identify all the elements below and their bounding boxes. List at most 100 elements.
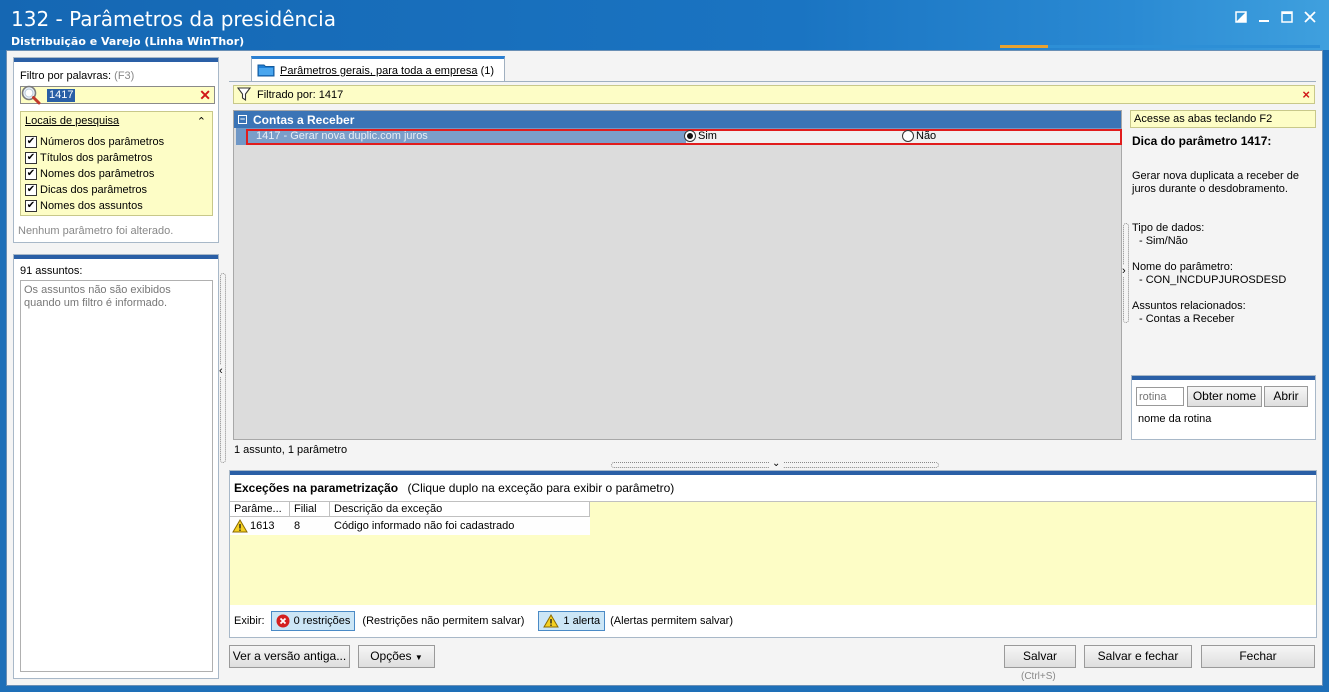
- exception-param: 1613: [250, 520, 275, 532]
- tip-title: Dica do parâmetro 1417:: [1132, 134, 1272, 148]
- checkbox-checked-icon: ✔: [25, 152, 37, 164]
- collapse-icon[interactable]: ⌃: [197, 115, 206, 128]
- filtered-by-text: Filtrado por: 1417: [257, 89, 344, 101]
- tip-related-label: Assuntos relacionados:: [1132, 300, 1246, 312]
- checkbox-param-numbers[interactable]: ✔ Números dos parâmetros: [25, 136, 164, 148]
- checkbox-param-titles[interactable]: ✔ Títulos dos parâmetros: [25, 152, 153, 164]
- chevron-left-icon[interactable]: ‹: [219, 365, 223, 377]
- filter-label: Filtro por palavras: (F3): [20, 70, 134, 82]
- search-locations-header[interactable]: Locais de pesquisa: [25, 115, 119, 127]
- window-titlebar: 132 - Parâmetros da presidência Distribu…: [0, 0, 1329, 50]
- table-row[interactable]: 1613 8 Código informado não foi cadastra…: [230, 517, 590, 535]
- right-splitter[interactable]: ›: [1122, 223, 1130, 323]
- tip-type-value: - Sim/Não: [1139, 235, 1188, 247]
- exception-filial: 8: [294, 520, 301, 532]
- exceptions-panel: Exceções na parametrização (Clique duplo…: [229, 470, 1317, 638]
- tip-name-label: Nome do parâmetro:: [1132, 261, 1233, 273]
- group-row-contas-receber[interactable]: − Contas a Receber: [234, 111, 1121, 128]
- old-version-button[interactable]: Ver a versão antiga...: [229, 645, 350, 668]
- checkbox-checked-icon: ✔: [25, 136, 37, 148]
- warning-icon: [543, 614, 560, 628]
- routine-name-label: nome da rotina: [1138, 413, 1212, 425]
- checkbox-checked-icon: ✔: [25, 200, 37, 212]
- save-close-button[interactable]: Salvar e fechar: [1084, 645, 1192, 668]
- alerts-note: (Alertas permitem salvar): [610, 615, 733, 627]
- tab-count: (1): [480, 65, 495, 77]
- warning-icon: [232, 519, 248, 533]
- close-button[interactable]: Fechar: [1201, 645, 1315, 668]
- window-client-area: Filtro por palavras: (F3) 1417 ✕ Locais …: [6, 50, 1323, 686]
- options-button[interactable]: Opções ▼: [358, 645, 435, 668]
- maximize-icon[interactable]: [1275, 8, 1298, 26]
- change-status: Nenhum parâmetro foi alterado.: [18, 225, 174, 237]
- minimize-icon[interactable]: [1252, 8, 1275, 26]
- error-icon: [276, 614, 290, 628]
- left-splitter[interactable]: ‹: [219, 273, 227, 463]
- open-button[interactable]: Abrir: [1264, 386, 1308, 407]
- dropdown-arrow-icon: ▼: [414, 653, 423, 662]
- subjects-message: Os assuntos não são exibidos quando um f…: [20, 280, 213, 672]
- radio-selected-icon: [684, 130, 696, 142]
- search-icon: [21, 85, 41, 105]
- parameter-row-1417[interactable]: 1417 - Gerar nova duplic.com juros Sim N…: [236, 128, 1122, 145]
- bottom-splitter[interactable]: ⌄: [611, 458, 939, 469]
- tip-type-label: Tipo de dados:: [1132, 222, 1205, 234]
- restrictions-toggle[interactable]: 0 restrições: [270, 611, 356, 631]
- window-subtitle: Distribuição e Varejo (Linha WinThor): [11, 35, 245, 48]
- chevron-right-icon[interactable]: ›: [1122, 265, 1126, 277]
- col-parametro[interactable]: Parâme...: [230, 502, 290, 517]
- exceptions-title: Exceções na parametrização (Clique duplo…: [234, 481, 675, 495]
- routine-input[interactable]: [1136, 387, 1184, 406]
- restrictions-note: (Restrições não permitem salvar): [362, 615, 525, 627]
- remove-filter-icon[interactable]: ×: [1302, 87, 1310, 102]
- parameter-label: 1417 - Gerar nova duplic.com juros: [256, 130, 428, 142]
- radio-nao[interactable]: Não: [902, 130, 936, 142]
- collapse-group-icon[interactable]: −: [238, 115, 247, 124]
- parameters-grid: − Contas a Receber 1417 - Gerar nova dup…: [233, 110, 1122, 440]
- filter-label-text: Filtro por palavras:: [20, 70, 112, 82]
- search-input[interactable]: 1417: [47, 89, 76, 102]
- tip-name-value: - CON_INCDUPJUROSDESD: [1139, 274, 1287, 286]
- title-accent-line: [1000, 45, 1320, 48]
- checkbox-checked-icon: ✔: [25, 184, 37, 196]
- grid-status: 1 assunto, 1 parâmetro: [234, 444, 348, 456]
- tip-description: Gerar nova duplicata a receber de juros …: [1132, 170, 1299, 195]
- checkbox-param-names[interactable]: ✔ Nomes dos parâmetros: [25, 168, 154, 180]
- tip-related-value: - Contas a Receber: [1139, 313, 1235, 325]
- subjects-panel: 91 assuntos: Os assuntos não são exibido…: [13, 254, 219, 679]
- chevron-down-icon[interactable]: ⌄: [769, 458, 784, 469]
- tab-general-params[interactable]: Parâmetros gerais, para toda a empresa (…: [251, 56, 505, 82]
- exibir-label: Exibir:: [234, 615, 265, 627]
- exceptions-hint: (Clique duplo na exceção para exibir o p…: [407, 481, 675, 495]
- filter-icon: [237, 87, 251, 102]
- filter-shortcut: (F3): [114, 70, 135, 82]
- exception-description: Código informado não foi cadastrado: [334, 520, 515, 532]
- search-locations-box: Locais de pesquisa ⌃ ✔ Números dos parâme…: [20, 111, 213, 216]
- col-filial[interactable]: Filial: [290, 502, 330, 517]
- tabs-access-hint: Acesse as abas teclando F2: [1130, 110, 1316, 128]
- filtered-bar: Filtrado por: 1417 ×: [233, 85, 1315, 104]
- routine-panel: Obter nome Abrir nome da rotina: [1131, 375, 1316, 440]
- checkbox-checked-icon: ✔: [25, 168, 37, 180]
- clear-filter-icon[interactable]: ✕: [199, 87, 211, 103]
- group-label: Contas a Receber: [253, 113, 355, 127]
- filter-search-box[interactable]: 1417 ✕: [20, 85, 215, 105]
- exceptions-grid: Parâme... Filial Descrição da exceção 16…: [230, 501, 1316, 605]
- save-button[interactable]: Salvar: [1004, 645, 1076, 668]
- col-descricao[interactable]: Descrição da exceção: [330, 502, 590, 517]
- save-shortcut: (Ctrl+S): [1021, 671, 1056, 682]
- exceptions-header: Parâme... Filial Descrição da exceção: [230, 502, 590, 517]
- alerts-toggle[interactable]: 1 alerta: [538, 611, 606, 631]
- checkbox-subject-names[interactable]: ✔ Nomes dos assuntos: [25, 200, 143, 212]
- restore-icon[interactable]: [1229, 8, 1252, 26]
- filter-panel: Filtro por palavras: (F3) 1417 ✕ Locais …: [13, 57, 219, 243]
- radio-sim[interactable]: Sim: [684, 130, 717, 142]
- get-name-button[interactable]: Obter nome: [1187, 386, 1262, 407]
- tab-label: Parâmetros gerais, para toda a empresa: [280, 65, 478, 77]
- folder-icon: [257, 64, 275, 77]
- window-title: 132 - Parâmetros da presidência: [11, 7, 336, 31]
- close-icon[interactable]: [1298, 8, 1321, 26]
- exceptions-footer: Exibir: 0 restrições (Restrições não per…: [234, 611, 733, 631]
- checkbox-param-tips[interactable]: ✔ Dicas dos parâmetros: [25, 184, 147, 196]
- window-controls: [1229, 8, 1321, 26]
